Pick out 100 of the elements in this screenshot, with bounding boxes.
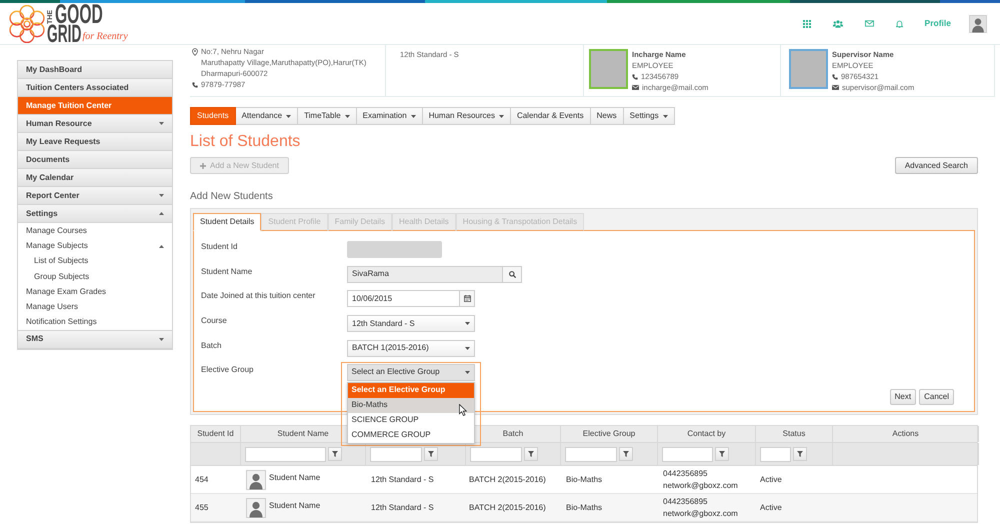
- envelope-icon[interactable]: [864, 20, 874, 27]
- column-header: Student Name: [277, 428, 329, 440]
- filter-icon: [797, 451, 803, 457]
- column-header: Student Id: [197, 428, 234, 440]
- avatar-icon: [246, 470, 266, 490]
- filter-input[interactable]: [370, 446, 422, 462]
- form-tab: Student Profile: [261, 213, 328, 231]
- nav-tab[interactable]: Attendance: [236, 107, 298, 125]
- caret-down-icon: [465, 322, 470, 326]
- logo-text: GRID: [47, 25, 82, 43]
- form-tab: Housing & Transpotation Details: [456, 213, 584, 231]
- form-tab: Health Details: [392, 213, 456, 231]
- submenu-item[interactable]: Notification Settings: [18, 314, 172, 330]
- filter-icon: [528, 451, 534, 457]
- date-field[interactable]: 10/06/2015: [347, 290, 460, 308]
- table-cell: 12th Standard - S: [371, 502, 434, 514]
- filter-button[interactable]: [793, 447, 807, 461]
- table-cell: 12th Standard - S: [371, 474, 434, 486]
- filter-icon: [332, 451, 338, 457]
- search-button[interactable]: [503, 266, 522, 283]
- filter-icon: [623, 451, 629, 457]
- filter-input[interactable]: [662, 446, 713, 462]
- column-header: Status: [782, 428, 806, 440]
- field-label: Student Id: [201, 241, 238, 253]
- filter-button[interactable]: [424, 447, 438, 461]
- filter-button[interactable]: [524, 447, 538, 461]
- page-title: List of Students: [190, 132, 302, 152]
- calendar-icon: [464, 295, 470, 302]
- select-field[interactable]: 12th Standard - S: [347, 315, 475, 332]
- submenu-item[interactable]: Group Subjects: [18, 269, 172, 284]
- table-cell: BATCH 2(2015-2016): [469, 502, 546, 514]
- submenu-item[interactable]: Manage Users: [18, 299, 172, 315]
- form-button[interactable]: Cancel: [919, 389, 954, 406]
- nav-tab[interactable]: Calendar & Events: [510, 107, 591, 125]
- sidebar-item[interactable]: Human Resource: [18, 115, 172, 133]
- nav-tab[interactable]: TimeTable: [298, 107, 357, 125]
- filter-button[interactable]: [715, 447, 729, 461]
- filter-input[interactable]: [565, 446, 617, 462]
- calendar-button[interactable]: [460, 290, 475, 308]
- submenu-item[interactable]: Manage Courses: [18, 224, 172, 239]
- dropdown-option[interactable]: Bio-Maths: [348, 398, 474, 413]
- submenu-item[interactable]: Manage Exam Grades: [18, 284, 172, 300]
- dropdown-option[interactable]: SCIENCE GROUP: [348, 412, 474, 428]
- table-cell: 454: [195, 474, 208, 486]
- add-student-button: Add a New Student: [190, 157, 289, 174]
- column-header: Batch: [502, 428, 524, 440]
- logo-text: GOOD: [55, 4, 103, 25]
- submenu-item[interactable]: List of Subjects: [18, 254, 172, 270]
- table-cell: Bio-Maths: [566, 502, 602, 514]
- filter-input[interactable]: [470, 446, 522, 462]
- phone-icon: [192, 82, 198, 88]
- filter-button[interactable]: [328, 447, 342, 461]
- sidebar-item[interactable]: SMS: [18, 330, 172, 349]
- sidebar-item[interactable]: My Calendar: [18, 169, 172, 187]
- phone-icon: [832, 74, 838, 80]
- sidebar-item[interactable]: My DashBoard: [18, 61, 172, 79]
- form-button[interactable]: Next: [890, 389, 916, 406]
- filter-button[interactable]: [619, 447, 633, 461]
- student-name: Student Name: [269, 472, 320, 484]
- select-field[interactable]: BATCH 1(2015-2016): [347, 340, 475, 357]
- table-cell: Active: [760, 502, 782, 514]
- select-field[interactable]: Select an Elective Group: [346, 364, 474, 381]
- logo-tagline: for Reentry: [82, 31, 128, 43]
- section-title: Add New Students: [190, 191, 274, 203]
- users-icon[interactable]: [832, 20, 843, 28]
- nav-tab[interactable]: Settings: [624, 107, 675, 125]
- nav-tab[interactable]: News: [590, 107, 624, 125]
- nav-tab[interactable]: Examination: [356, 107, 423, 125]
- grid-icon[interactable]: [802, 20, 811, 28]
- table-cell: Bio-Maths: [566, 474, 602, 486]
- field-label: Batch: [201, 340, 222, 352]
- form-tab[interactable]: Student Details: [193, 213, 262, 231]
- mail-icon: [832, 85, 839, 90]
- caret-down-icon: [464, 370, 470, 374]
- search-icon: [508, 270, 516, 278]
- column-header: Contact by: [687, 428, 726, 440]
- field-label: Course: [201, 315, 228, 328]
- advanced-search-button[interactable]: Advanced Search: [894, 157, 978, 174]
- filter-input[interactable]: [760, 446, 791, 462]
- input-field[interactable]: SivaRama: [347, 266, 503, 283]
- sidebar-item[interactable]: Settings: [18, 205, 172, 223]
- plus-icon: [200, 162, 206, 168]
- bell-icon[interactable]: [896, 20, 903, 28]
- column-header: Actions: [892, 428, 919, 440]
- field-label: Date Joined at this tuition center: [201, 290, 316, 302]
- nav-tab[interactable]: Human Resources: [422, 107, 511, 125]
- sidebar-item[interactable]: Report Center: [18, 187, 172, 205]
- avatar-icon: [246, 498, 266, 518]
- sidebar-item[interactable]: Tuition Centers Associated: [18, 79, 172, 97]
- filter-input[interactable]: [245, 446, 326, 462]
- table-cell-text: network@gboxz.com: [663, 480, 739, 492]
- caret-down-icon: [465, 346, 470, 350]
- submenu-item[interactable]: Manage Subjects: [18, 238, 172, 254]
- mail-icon: [632, 85, 639, 90]
- dropdown-option[interactable]: COMMERCE GROUP: [348, 428, 474, 443]
- column-header: Elective Group: [582, 428, 636, 440]
- table-cell-text: 0442356895: [663, 468, 708, 480]
- field-label: Elective Group: [201, 364, 254, 376]
- sidebar-item[interactable]: My Leave Requests: [18, 133, 172, 151]
- sidebar-item[interactable]: Documents: [18, 151, 172, 169]
